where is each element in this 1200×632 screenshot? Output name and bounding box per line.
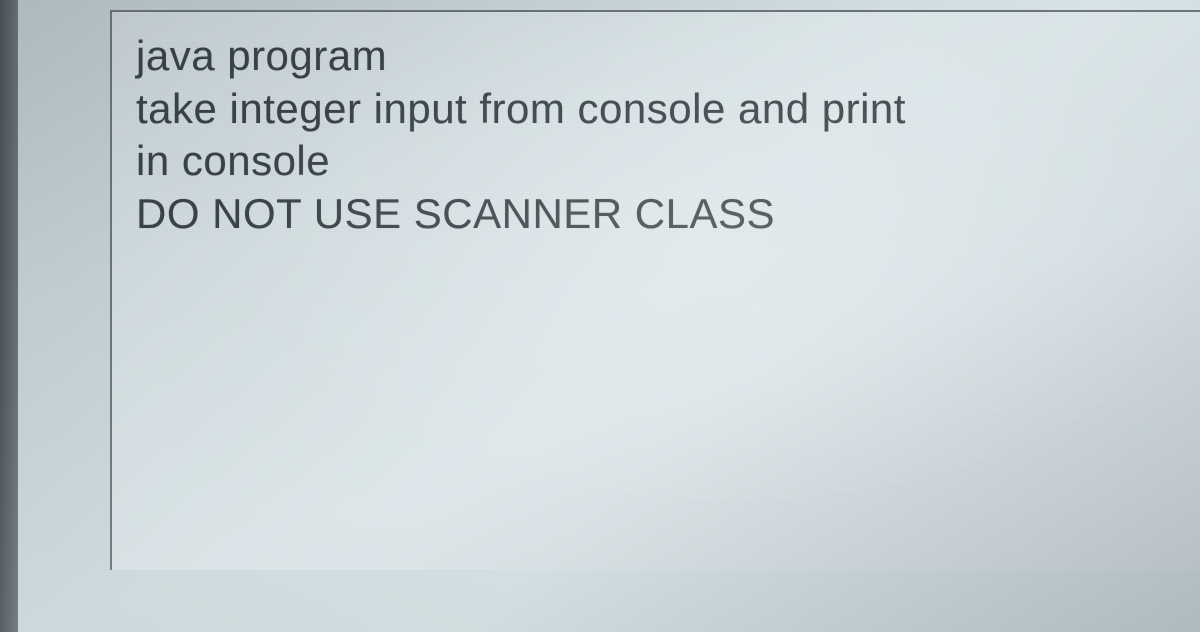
text-line-1: java program (136, 30, 1176, 83)
screen-edge-shadow (0, 0, 18, 632)
text-line-2: take integer input from console and prin… (136, 83, 1176, 136)
question-content: java program take integer input from con… (136, 30, 1176, 240)
text-line-4: DO NOT USE SCANNER CLASS (136, 188, 1176, 241)
question-text-box: java program take integer input from con… (110, 10, 1200, 570)
text-line-3: in console (136, 135, 1176, 188)
document-container: java program take integer input from con… (0, 0, 1200, 632)
